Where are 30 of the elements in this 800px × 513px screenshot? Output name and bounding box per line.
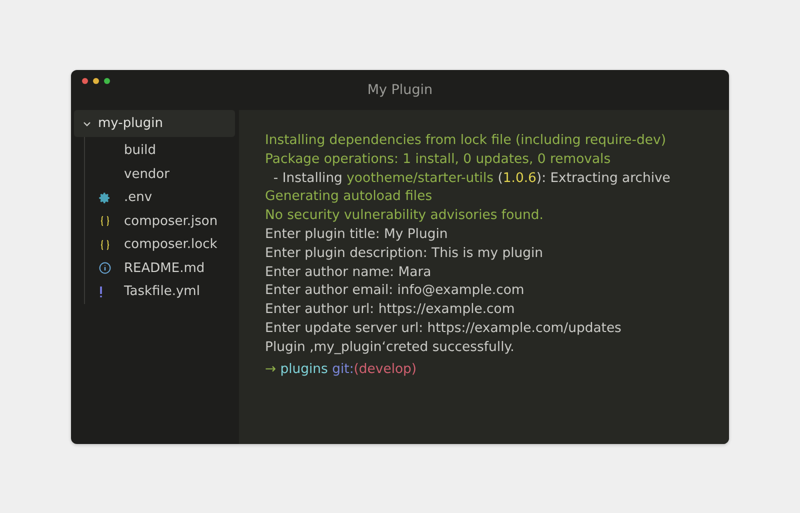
terminal-line: Enter author url: https://example.com [265, 301, 516, 320]
minimize-icon[interactable] [93, 78, 99, 84]
terminal-line: Plugin ‚my_plugin‘creted successfully. [265, 338, 516, 357]
maximize-icon[interactable] [104, 78, 110, 84]
braces-icon [99, 238, 111, 251]
terminal-line: Installing dependencies from lock file (including require-dev) [265, 132, 667, 150]
folder-row[interactable]: my-plugin [74, 110, 235, 137]
terminal-line: Package operations: 1 install, 0 updates, 0 removals [265, 150, 612, 169]
terminal-line: Generating autoload files [265, 188, 434, 206]
file-row[interactable]: vendor [85, 162, 235, 186]
terminal-line: No security vulnerability advisories found. [265, 207, 544, 226]
file-row[interactable]: composer.lock [85, 233, 235, 256]
file-row[interactable]: build [85, 139, 235, 162]
terminal-line: Enter author name: Mara [265, 264, 432, 282]
terminal-line: Enter author email: info@example.com [265, 282, 526, 300]
terminal-line: Enter update server url: https://example.com/updates [265, 320, 622, 338]
file-row[interactable]: composer.json [85, 210, 235, 233]
file-row[interactable]: README.md [85, 256, 235, 280]
file-row[interactable]: Taskfile.yml [85, 280, 235, 304]
info-icon [99, 262, 111, 274]
terminal-line: - Installing yootheme/starter-utils (1.0.6): Extracting archive [272, 170, 672, 188]
window-title: My Plugin [367, 82, 433, 98]
close-icon[interactable] [82, 78, 88, 84]
exclamation-icon [99, 286, 103, 298]
terminal-line: Enter plugin title: My Plugin [265, 226, 449, 244]
gear-icon [99, 192, 111, 204]
terminal-line: Enter plugin description: This is my plugin [265, 244, 544, 263]
braces-icon [99, 215, 111, 228]
file-row[interactable]: .env [85, 186, 235, 210]
prompt-line: → plugins git:(develop) [265, 360, 418, 379]
